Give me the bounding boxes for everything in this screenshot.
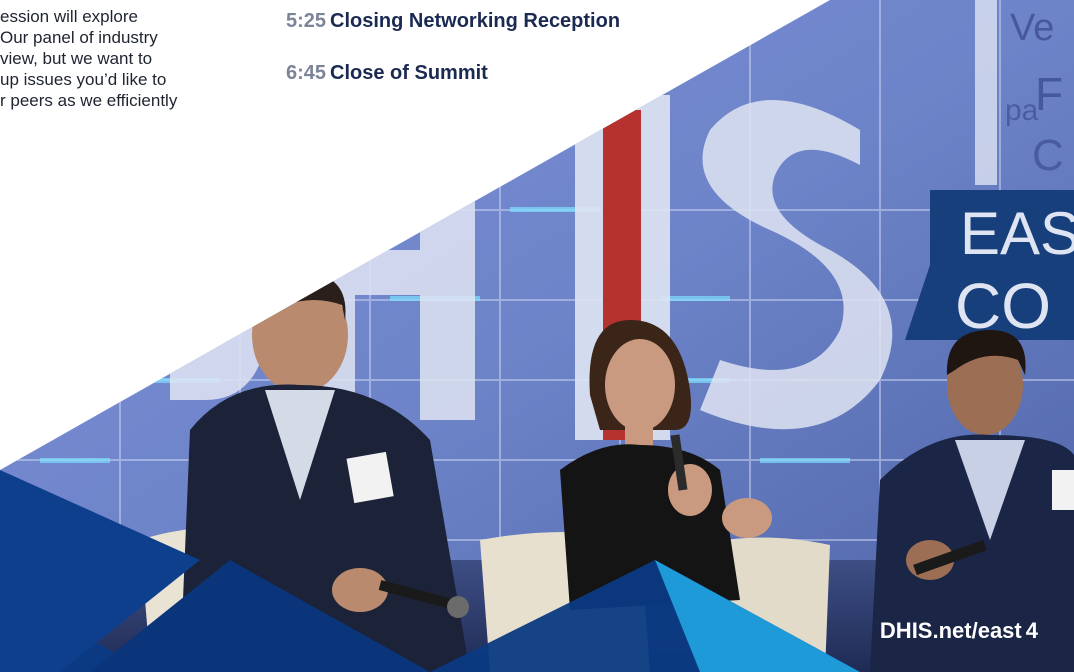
footer-url[interactable]: DHIS.net/east xyxy=(880,618,1022,643)
backdrop-word-2: F xyxy=(1035,68,1063,120)
description-line: view, but we want to xyxy=(0,49,153,68)
schedule-item: 6:45 Close of Summit xyxy=(286,62,488,85)
schedule-item: 5:25 Closing Networking Reception xyxy=(286,10,620,33)
description-line: Our panel of industry xyxy=(0,28,158,47)
backdrop-word-3: pa xyxy=(1005,94,1039,127)
schedule-time: 6:45 xyxy=(286,62,327,84)
backdrop-word-4: C xyxy=(1032,131,1064,180)
description-line: ession will explore xyxy=(0,7,138,26)
page-footer: DHIS.net/east 4 xyxy=(880,618,1038,644)
description-line: up issues you’d like to xyxy=(0,70,167,89)
banner-text-line-2: CO xyxy=(955,270,1051,342)
name-badge-right xyxy=(1052,470,1074,510)
schedule-title: Close of Summit xyxy=(330,62,488,84)
backdrop-word-1: Ve xyxy=(1010,7,1054,49)
page-number: 4 xyxy=(1025,618,1038,643)
name-badge xyxy=(346,451,394,504)
banner-text-line-1: EAS xyxy=(960,200,1074,267)
schedule-title: Closing Networking Reception xyxy=(330,10,621,32)
description-line: r peers as we efficiently xyxy=(0,91,178,110)
schedule-time: 5:25 xyxy=(286,10,327,32)
session-description: ession will explore Our panel of industr… xyxy=(0,6,260,111)
microphone-left xyxy=(447,596,469,618)
